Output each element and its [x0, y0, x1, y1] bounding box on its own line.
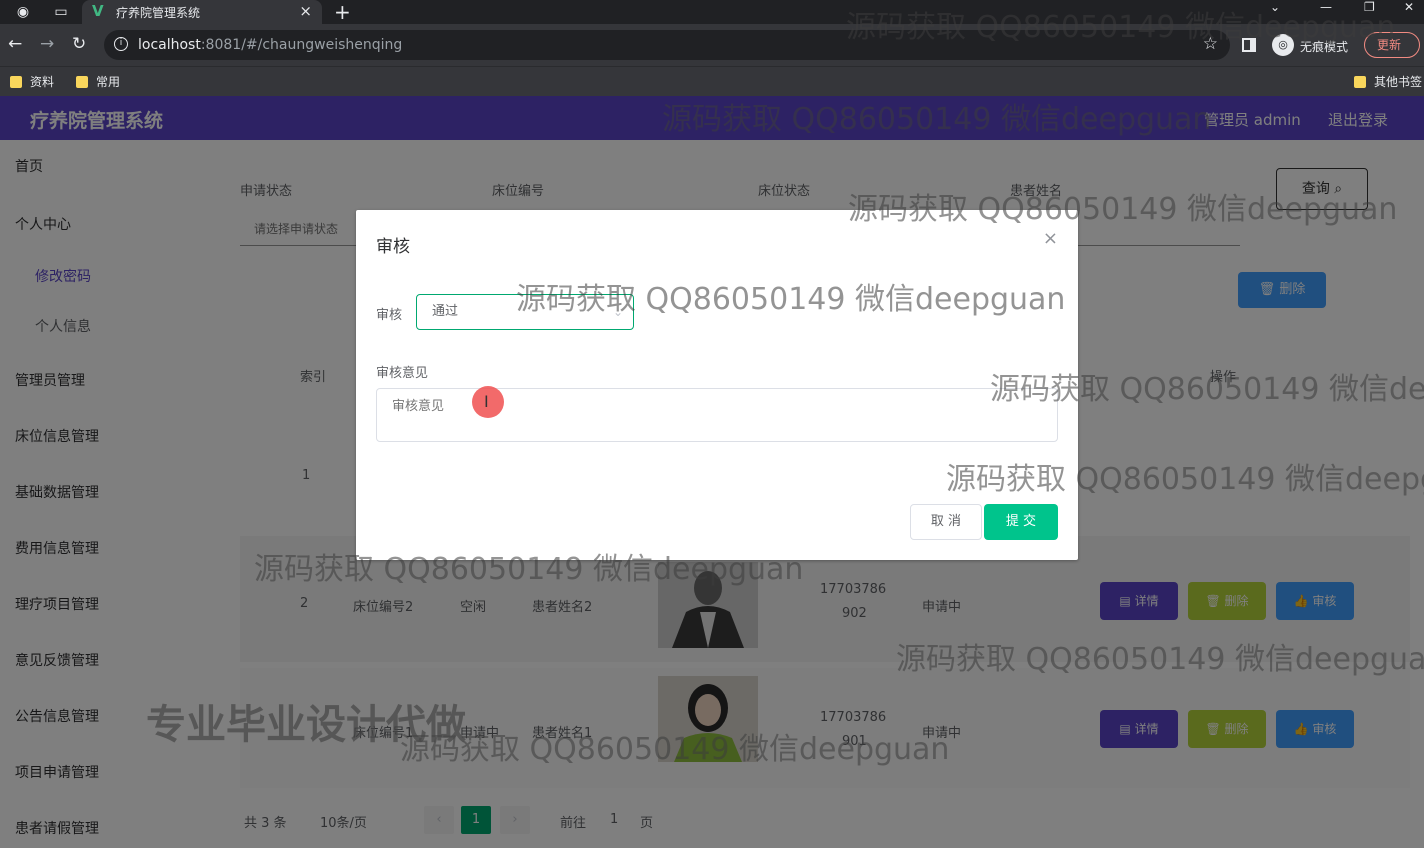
browser-tab-strip: ◉ ▭ V 疗养院管理系统 × + ⌄ — ❐ ✕ — [0, 0, 1424, 24]
chevron-down-icon: ⌄ — [612, 305, 623, 319]
tab-search-icon[interactable]: ⌄ — [1270, 0, 1280, 14]
bookmark-star-icon[interactable]: ☆ — [1203, 34, 1218, 54]
site-info-icon[interactable]: i — [114, 37, 128, 51]
bookmark-folder-1[interactable]: 资料 — [10, 73, 54, 90]
back-icon[interactable]: ← — [8, 34, 22, 54]
forward-icon[interactable]: → — [40, 34, 54, 54]
minimize-icon[interactable]: — — [1320, 0, 1332, 14]
cancel-button[interactable]: 取 消 — [910, 504, 982, 540]
bookmarks-bar: 资料 常用 其他书签 — [0, 66, 1424, 96]
restore-icon[interactable]: ❐ — [1364, 0, 1375, 14]
address-bar[interactable]: i localhost:8081/#/chaungweishenqing ☆ — [104, 30, 1230, 60]
vue-logo-icon: V — [92, 2, 104, 20]
new-tab-icon[interactable]: + — [334, 0, 351, 24]
submit-button[interactable]: 提 交 — [984, 504, 1058, 540]
folder-icon — [76, 76, 88, 88]
close-window-icon[interactable]: ✕ — [1404, 0, 1414, 14]
folder-icon — [1354, 76, 1366, 88]
incognito-icon[interactable]: ◎ — [1272, 34, 1294, 56]
incognito-label: 无痕模式 — [1300, 40, 1349, 54]
dialog-title: 审核 — [376, 237, 410, 257]
tab-title: 疗养院管理系统 — [116, 6, 201, 20]
audit-dialog: 审核 × 审核 通过 ⌄ 审核意见 取 消 提 交 — [356, 210, 1078, 560]
browser-toolbar: ← → ↻ i localhost:8081/#/chaungweishenqi… — [0, 24, 1424, 66]
update-button[interactable]: 更新 — [1364, 32, 1420, 58]
close-icon[interactable]: × — [1043, 228, 1058, 249]
close-tab-icon[interactable]: × — [299, 2, 312, 20]
text-cursor-icon: I — [484, 392, 489, 411]
side-panel-icon[interactable] — [1242, 38, 1256, 52]
folder-icon — [10, 76, 22, 88]
browser-tab-active[interactable]: V 疗养院管理系统 × — [82, 0, 322, 24]
audit-result-select[interactable]: 通过 ⌄ — [416, 294, 634, 330]
tab-overview-icon[interactable]: ▭ — [52, 3, 70, 21]
other-bookmarks[interactable]: 其他书签 — [1354, 73, 1422, 90]
audit-label: 审核 — [376, 308, 403, 323]
reload-icon[interactable]: ↻ — [72, 34, 86, 54]
promo-watermark: 专业毕业设计代做 — [146, 702, 466, 748]
url-text: localhost:8081/#/chaungweishenqing — [138, 37, 403, 53]
bookmark-folder-2[interactable]: 常用 — [76, 73, 120, 90]
browser-icon[interactable]: ◉ — [14, 3, 32, 21]
opinion-label: 审核意见 — [376, 366, 429, 381]
